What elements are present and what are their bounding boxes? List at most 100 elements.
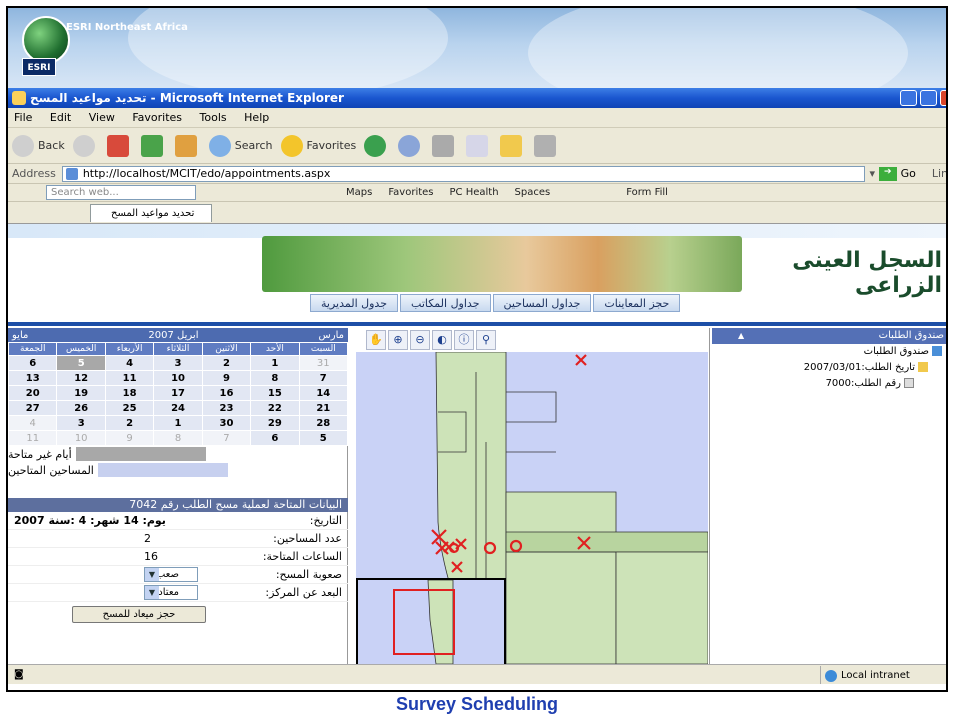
calendar-day[interactable]: 19 <box>56 385 106 401</box>
calendar-day[interactable]: 20 <box>8 385 58 401</box>
favorites-button[interactable]: Favorites <box>280 134 356 157</box>
nav-directorate[interactable]: جدول المديرية <box>310 294 399 312</box>
calendar-day[interactable]: 7 <box>201 430 252 446</box>
calendar-day[interactable]: 14 <box>298 385 349 401</box>
calendar-day[interactable]: 12 <box>56 370 106 386</box>
calendar-day[interactable]: 28 <box>298 415 349 431</box>
tree-request-node[interactable]: رقم الطلب:7000 <box>712 376 942 392</box>
calendar-day[interactable]: 7 <box>298 370 349 386</box>
full-extent-icon[interactable]: ◐ <box>432 330 452 350</box>
forward-button[interactable] <box>72 134 99 157</box>
tree-date-node[interactable]: تاريخ الطلب:2007/03/01 <box>712 360 942 376</box>
mail-button[interactable] <box>398 134 424 157</box>
calendar-day[interactable]: 9 <box>104 430 155 446</box>
calendar-day[interactable]: 4 <box>104 355 155 371</box>
calendar-day[interactable]: 13 <box>8 370 58 386</box>
identify-icon[interactable]: ⓘ <box>454 330 474 350</box>
address-input[interactable]: http://localhost/MCIT/edo/appointments.a… <box>61 165 866 182</box>
back-button[interactable]: Back <box>12 134 65 157</box>
calendar-day[interactable]: 5 <box>56 355 106 371</box>
calendar-day[interactable]: 11 <box>8 430 58 446</box>
nav-inspections[interactable]: حجز المعاينات <box>593 294 681 312</box>
calendar-day[interactable]: 6 <box>8 355 58 371</box>
calendar-day[interactable]: 23 <box>201 400 252 416</box>
calendar-day[interactable]: 3 <box>153 355 203 371</box>
calendar-day[interactable]: 11 <box>104 370 155 386</box>
calendar-day[interactable]: 2 <box>104 415 155 431</box>
toolbar-form-fill[interactable]: Form Fill <box>626 187 668 198</box>
zoom-in-icon[interactable]: ⊕ <box>388 330 408 350</box>
print-button[interactable] <box>432 134 458 157</box>
calendar-day[interactable]: 22 <box>250 400 300 416</box>
menu-file[interactable]: File <box>14 111 32 124</box>
edit-button[interactable] <box>466 134 492 157</box>
next-month-link[interactable]: مايو <box>12 330 28 341</box>
calendar-day[interactable]: 3 <box>56 415 106 431</box>
nav-offices[interactable]: جداول المكاتب <box>400 294 491 312</box>
go-button[interactable]: Go <box>901 167 916 180</box>
pan-icon[interactable]: ✋ <box>366 330 386 350</box>
menu-help[interactable]: Help <box>244 111 269 124</box>
calendar-day[interactable]: 10 <box>153 370 203 386</box>
distance-select[interactable]: معتاد <box>144 585 198 600</box>
book-survey-button[interactable]: حجز ميعاد للمسح <box>72 606 206 623</box>
calendar-day[interactable]: 31 <box>298 355 349 371</box>
calendar-day[interactable]: 16 <box>201 385 252 401</box>
stop-button[interactable] <box>106 134 133 157</box>
calendar-day[interactable]: 15 <box>250 385 300 401</box>
difficulty-select[interactable]: صعب <box>144 567 198 582</box>
calendar-day[interactable]: 8 <box>153 430 203 446</box>
calendar-day[interactable]: 25 <box>104 400 155 416</box>
prev-month-link[interactable]: مارس <box>319 330 344 341</box>
calendar-day[interactable]: 4 <box>8 415 58 431</box>
search-button[interactable]: Search <box>208 134 273 157</box>
menu-edit[interactable]: Edit <box>50 111 71 124</box>
menu-tools[interactable]: Tools <box>200 111 227 124</box>
toolbar-spaces[interactable]: Spaces <box>515 187 551 198</box>
overview-svg <box>393 579 455 665</box>
zoom-out-icon[interactable]: ⊖ <box>410 330 430 350</box>
menu-favorites[interactable]: Favorites <box>132 111 182 124</box>
calendar-day[interactable]: 9 <box>201 370 252 386</box>
go-icon[interactable]: ➔ <box>878 166 897 181</box>
address-dropdown-icon[interactable]: ▾ <box>869 167 875 180</box>
history-button[interactable] <box>364 134 390 157</box>
difficulty-label: صعوبة المسح: <box>275 568 342 581</box>
close-button[interactable] <box>940 90 946 106</box>
form-header: البيانات المتاحة لعملية مسح الطلب رقم 70… <box>8 498 348 512</box>
find-icon[interactable]: ⚲ <box>476 330 496 350</box>
esri-logo-badge: ESRI <box>22 58 56 76</box>
calendar-day[interactable]: 18 <box>104 385 155 401</box>
menu-view[interactable]: View <box>89 111 115 124</box>
toolbar-favorites[interactable]: Favorites <box>388 187 433 198</box>
links-label[interactable]: Lin <box>932 167 946 180</box>
calendar-day[interactable]: 1 <box>250 355 300 371</box>
nav-surveyors[interactable]: جداول المساحين <box>492 294 592 312</box>
collapse-icon[interactable]: ▲ <box>738 328 744 344</box>
calendar-day[interactable]: 30 <box>201 415 252 431</box>
calendar-day[interactable]: 6 <box>250 430 300 446</box>
calendar-day[interactable]: 2 <box>201 355 252 371</box>
research-button[interactable] <box>534 134 560 157</box>
tree-root[interactable]: صندوق الطلبات <box>712 344 942 360</box>
calendar-day[interactable]: 10 <box>56 430 106 446</box>
maximize-button[interactable] <box>920 90 937 106</box>
calendar-day[interactable]: 5 <box>298 430 349 446</box>
calendar-day[interactable]: 8 <box>250 370 300 386</box>
calendar-day[interactable]: 1 <box>153 415 203 431</box>
minimize-button[interactable] <box>900 90 917 106</box>
toolbar-maps[interactable]: Maps <box>346 187 372 198</box>
calendar-day[interactable]: 26 <box>56 400 106 416</box>
calendar-day[interactable]: 27 <box>8 400 58 416</box>
home-button[interactable] <box>174 134 201 157</box>
web-search-input[interactable]: Search web... <box>46 185 196 200</box>
tab-appointments[interactable]: تحديد مواعيد المسح <box>90 204 212 222</box>
folder-button[interactable] <box>500 134 526 157</box>
calendar-day[interactable]: 29 <box>250 415 300 431</box>
calendar-day[interactable]: 21 <box>298 400 349 416</box>
refresh-button[interactable] <box>140 134 167 157</box>
overview-map[interactable] <box>356 578 506 666</box>
calendar-day[interactable]: 24 <box>153 400 203 416</box>
calendar-day[interactable]: 17 <box>153 385 203 401</box>
toolbar-pc-health[interactable]: PC Health <box>450 187 499 198</box>
